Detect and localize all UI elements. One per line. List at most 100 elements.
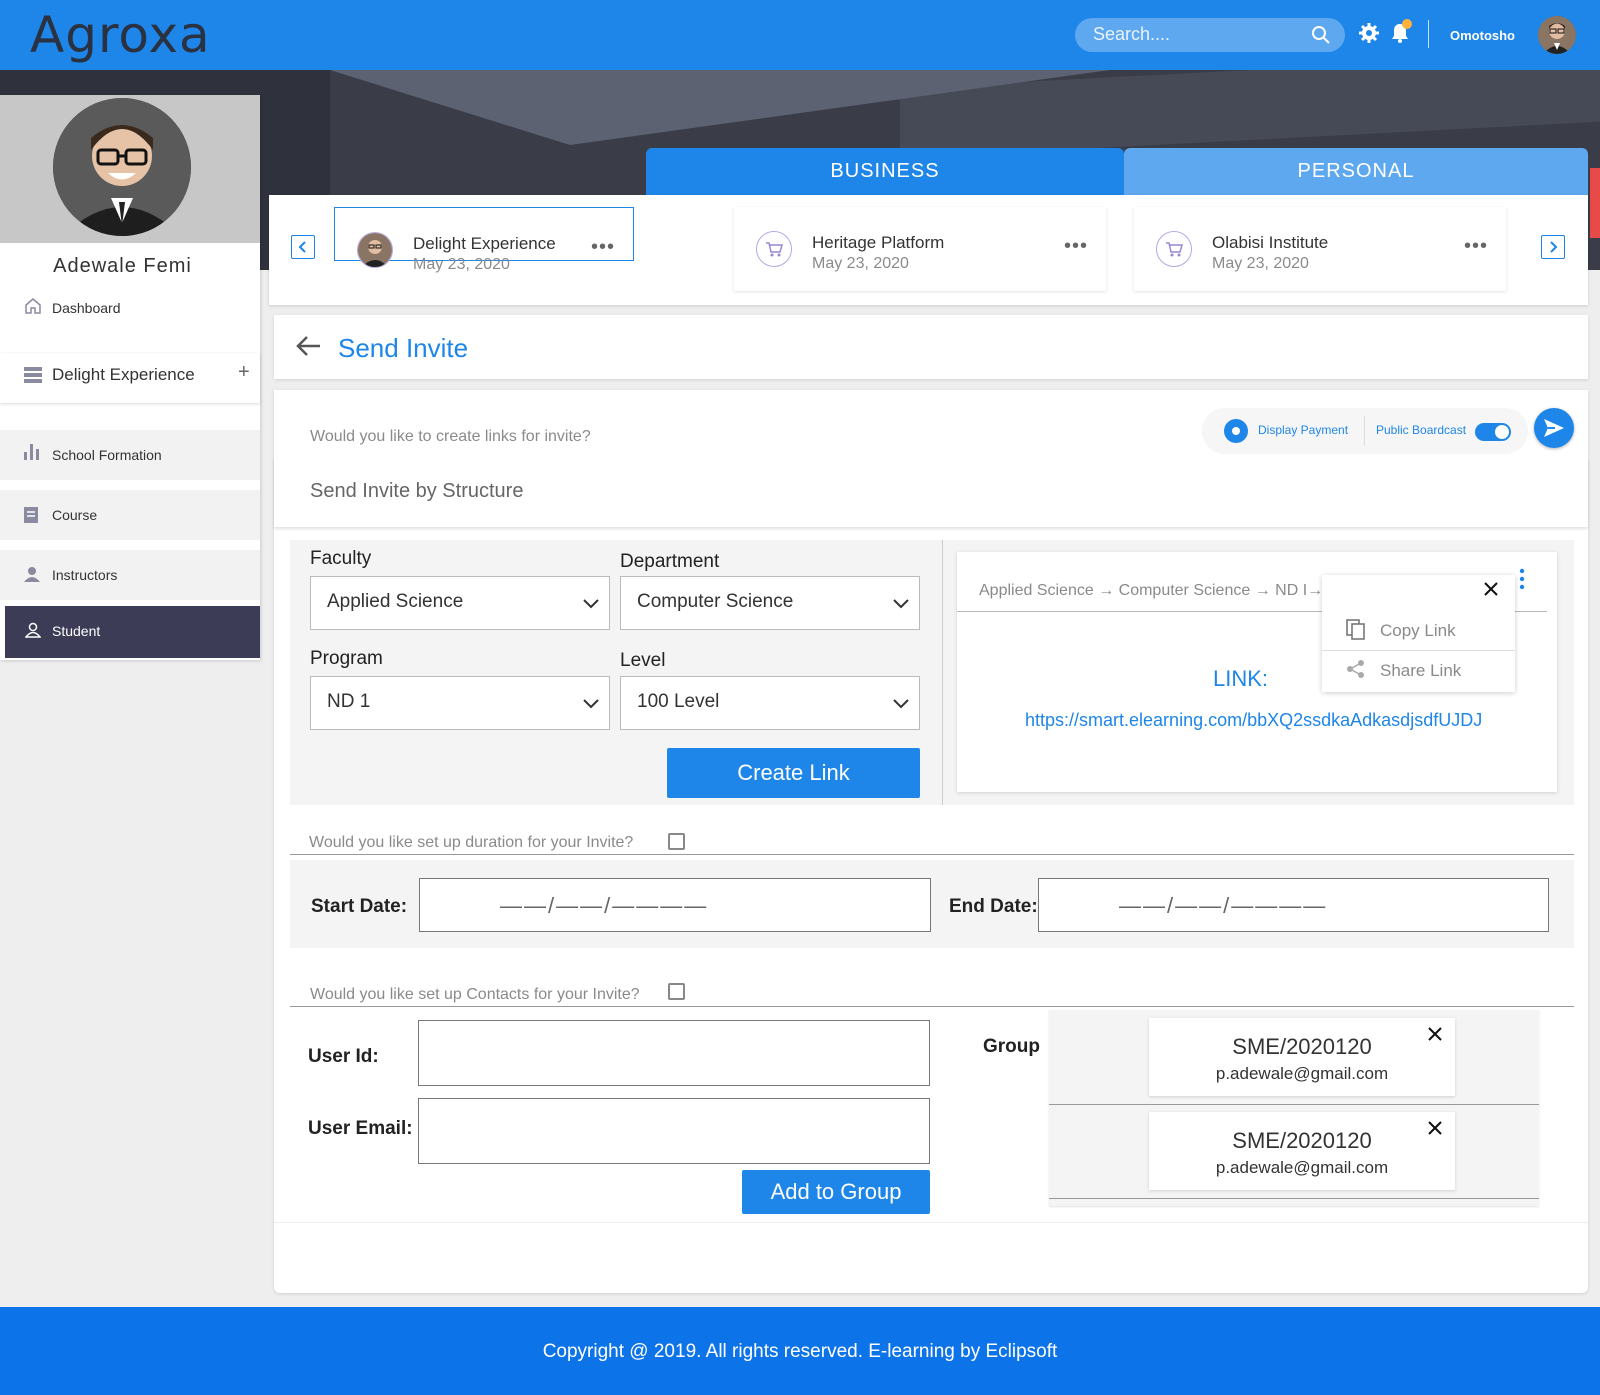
copy-link-item[interactable]: Copy Link [1322, 611, 1515, 649]
faculty-select[interactable]: Applied Science [310, 576, 610, 630]
search-box[interactable]: Search.... [1075, 18, 1345, 52]
group-label: Group [983, 1036, 1040, 1057]
divider [942, 540, 943, 805]
sidebar-item-instructors[interactable]: Instructors [0, 550, 260, 600]
structure-title: Send Invite by Structure [310, 480, 524, 502]
sidebar-item-label: Course [52, 507, 98, 523]
more-vertical-icon[interactable] [1519, 568, 1525, 595]
sidebar-item-label: Instructors [52, 567, 118, 583]
divider [274, 1222, 1588, 1223]
organization-carousel: Delight Experience May 23, 2020 ••• Heri… [269, 195, 1588, 305]
user-avatar[interactable] [1538, 16, 1576, 54]
close-icon[interactable] [1483, 581, 1499, 602]
notification-dot [1402, 19, 1412, 29]
gear-icon[interactable] [1358, 22, 1380, 49]
share-icon [1346, 659, 1366, 684]
page-title: Send Invite [338, 333, 469, 363]
duration-checkbox[interactable] [668, 833, 685, 850]
more-icon[interactable]: ••• [1464, 235, 1488, 258]
tab-business[interactable]: BUSINESS [646, 148, 1124, 195]
public-broadcast-label[interactable]: Public Boardcast [1376, 423, 1466, 437]
structure-section-header: Send Invite by Structure [274, 457, 1588, 527]
level-value: 100 Level [637, 691, 720, 712]
back-arrow-icon[interactable] [296, 335, 322, 362]
contacts-checkbox[interactable] [668, 983, 685, 1000]
end-date-label: End Date: [949, 896, 1038, 917]
faculty-label: Faculty [310, 548, 372, 569]
chevron-right-icon[interactable] [1541, 235, 1565, 259]
level-label: Level [620, 650, 666, 671]
breadcrumb: Applied Science → Computer Science → ND … [979, 582, 1324, 599]
sidebar-item-school-formation[interactable]: School Formation [0, 430, 260, 480]
bar-chart-icon [24, 444, 40, 465]
divider [1428, 20, 1429, 48]
date-placeholder: ——/——/———— [1119, 893, 1328, 918]
card-date: May 23, 2020 [413, 256, 510, 273]
divider [1049, 1104, 1539, 1105]
person-outline-icon [24, 622, 42, 643]
avatar [357, 232, 393, 268]
top-bar: Agroxa Search.... Omotosho [0, 0, 1600, 70]
invite-link[interactable]: https://smart.elearning.com/bbXQ2ssdkaAd… [1025, 710, 1482, 731]
group-list: SME/2020120 p.adewale@gmail.com SME/2020… [1049, 1010, 1539, 1206]
public-broadcast-toggle[interactable] [1475, 423, 1511, 441]
app-logo[interactable]: Agroxa [30, 6, 211, 64]
close-icon[interactable] [1427, 1120, 1443, 1141]
user-id-input[interactable] [418, 1020, 930, 1086]
chevron-down-icon [893, 696, 909, 714]
search-input[interactable]: Search.... [1093, 24, 1170, 45]
close-icon[interactable] [1427, 1026, 1443, 1047]
more-icon[interactable]: ••• [591, 236, 615, 259]
department-value: Computer Science [637, 591, 794, 612]
create-link-button[interactable]: Create Link [667, 748, 920, 798]
display-payment-radio[interactable] [1224, 419, 1248, 443]
search-icon[interactable] [1311, 25, 1331, 50]
sidebar-item-dashboard[interactable]: Dashboard [0, 285, 260, 335]
tab-personal[interactable]: PERSONAL [1124, 148, 1588, 195]
invite-form-panel: Would you like to create links for invit… [274, 390, 1588, 1293]
chevron-down-icon [583, 596, 599, 614]
profile-name: Adewale Femi [53, 255, 192, 277]
user-email-input[interactable] [418, 1098, 930, 1164]
send-button[interactable] [1534, 408, 1574, 448]
chevron-left-icon[interactable] [291, 235, 315, 259]
faculty-value: Applied Science [327, 591, 464, 612]
share-link-label: Share Link [1380, 661, 1462, 680]
org-card[interactable]: Olabisi Institute May 23, 2020 ••• [1134, 207, 1506, 291]
add-to-group-button[interactable]: Add to Group [742, 1170, 930, 1214]
card-title: Heritage Platform [812, 233, 945, 252]
sidebar-item-delight-experience[interactable]: Delight Experience + [0, 353, 260, 403]
more-icon[interactable]: ••• [1064, 235, 1088, 258]
level-select[interactable]: 100 Level [620, 676, 920, 730]
structure-form: Faculty Applied Science Department Compu… [290, 540, 1574, 805]
display-payment-label[interactable]: Display Payment [1258, 423, 1348, 437]
list-item: SME/2020120 p.adewale@gmail.com [1149, 1112, 1455, 1190]
user-name[interactable]: Omotosho [1450, 28, 1515, 43]
cart-icon [1156, 231, 1192, 267]
chevron-down-icon [893, 596, 909, 614]
sidebar-item-label: Student [52, 623, 101, 639]
start-date-input[interactable]: ——/——/———— [419, 878, 931, 932]
page-header: Send Invite [274, 315, 1588, 379]
copyright-text: Copyright @ 2019. All rights reserved. E… [542, 1341, 1058, 1362]
sidebar-item-course[interactable]: Course [0, 490, 260, 540]
org-card[interactable]: Delight Experience May 23, 2020 ••• [334, 207, 634, 273]
card-date: May 23, 2020 [1212, 255, 1309, 272]
org-card[interactable]: Heritage Platform May 23, 2020 ••• [734, 207, 1106, 291]
sidebar-item-label: Delight Experience [52, 365, 195, 384]
member-id: SME/2020120 [1232, 1128, 1372, 1153]
program-value: ND 1 [327, 691, 371, 712]
program-select[interactable]: ND 1 [310, 676, 610, 730]
divider [290, 854, 1574, 855]
cart-icon [756, 231, 792, 267]
links-question: Would you like to create links for invit… [310, 428, 591, 445]
share-link-item[interactable]: Share Link [1322, 651, 1515, 689]
department-select[interactable]: Computer Science [620, 576, 920, 630]
divider [1049, 1198, 1539, 1199]
end-date-input[interactable]: ——/——/———— [1038, 878, 1549, 932]
sidebar-item-student[interactable]: Student [5, 606, 260, 658]
divider [1364, 416, 1365, 446]
copy-link-label: Copy Link [1380, 621, 1456, 640]
chevron-down-icon [583, 696, 599, 714]
expand-icon[interactable]: + [238, 361, 250, 384]
